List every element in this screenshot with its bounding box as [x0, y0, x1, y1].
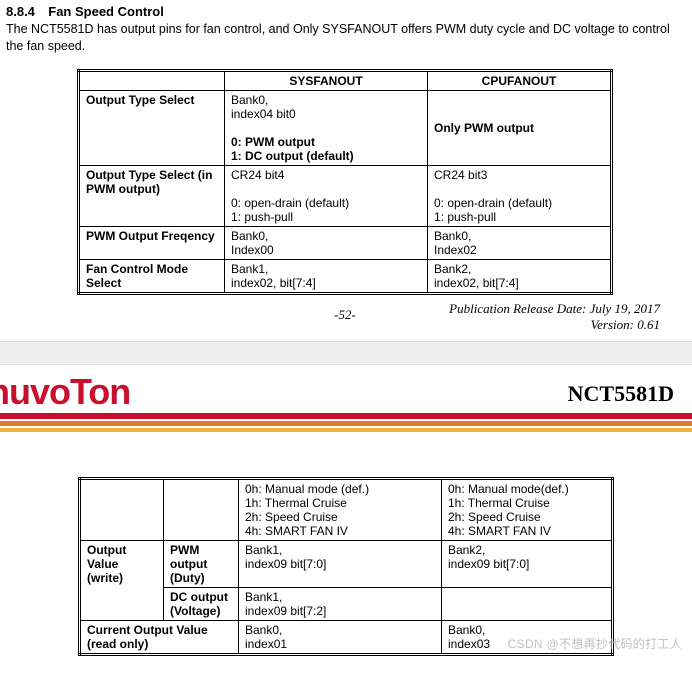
- cell-line: 2h: Speed Cruise: [245, 510, 338, 524]
- table-row: PWM Output Freqency Bank0, Index00 Bank0…: [79, 226, 612, 259]
- cell: Bank0, index04 bit0 0: PWM output 1: DC …: [225, 90, 428, 165]
- cell-line: 2h: Speed Cruise: [448, 510, 541, 524]
- cell-empty: [442, 587, 613, 620]
- cell: Bank2, index02, bit[7:4]: [428, 259, 612, 293]
- cell-line: Bank1,: [231, 262, 268, 276]
- stripe-red: [0, 413, 692, 419]
- cell-line: 0h: Manual mode (def.): [245, 482, 369, 496]
- cell: Bank0, index01: [239, 620, 442, 654]
- cell: Bank2, index09 bit[7:0]: [442, 540, 613, 587]
- cell-line: Bank0,: [434, 229, 471, 243]
- section-heading: 8.8.4 Fan Speed Control: [6, 4, 684, 19]
- chip-name: NCT5581D: [568, 381, 674, 407]
- cell-line: Bank0,: [231, 229, 268, 243]
- pub-version: Version: 0.61: [449, 317, 660, 333]
- cell-line: Bank0,: [231, 93, 268, 107]
- cell-line: 1h: Thermal Cruise: [448, 496, 550, 510]
- cell-line: index02, bit[7:4]: [231, 276, 316, 290]
- stripe-yellow: [0, 428, 692, 432]
- cell-line: Bank0,: [448, 623, 485, 637]
- cell: Bank1, index09 bit[7:0]: [239, 540, 442, 587]
- pub-date: Publication Release Date: July 19, 2017: [449, 301, 660, 317]
- cell: 0h: Manual mode (def.) 1h: Thermal Cruis…: [239, 478, 442, 540]
- cell-line: index03: [448, 637, 490, 651]
- row-sublabel: DC output (Voltage): [164, 587, 239, 620]
- cell-line: 1: push-pull: [434, 210, 496, 224]
- cell-line: Bank1,: [245, 590, 282, 604]
- cell-line: index02, bit[7:4]: [434, 276, 519, 290]
- cell-empty: [164, 478, 239, 540]
- row-label: Output Type Select (in PWM output): [79, 165, 225, 226]
- table-header-row: SYSFANOUT CPUFANOUT: [79, 70, 612, 90]
- cell-line: Bank0,: [245, 623, 282, 637]
- cell-line: Only PWM output: [434, 121, 534, 135]
- table-row: 0h: Manual mode (def.) 1h: Thermal Cruis…: [80, 478, 613, 540]
- col-cpufanout: CPUFANOUT: [428, 70, 612, 90]
- cell-line: index09 bit[7:2]: [245, 604, 326, 618]
- col-empty: [79, 70, 225, 90]
- cell-line: CR24 bit4: [231, 168, 284, 182]
- cell-line: 0: PWM output: [231, 135, 315, 149]
- table-row: Fan Control Mode Select Bank1, index02, …: [79, 259, 612, 293]
- cell-empty: [80, 478, 164, 540]
- cell-line: 4h: SMART FAN IV: [245, 524, 348, 538]
- cell-line: 0h: Manual mode(def.): [448, 482, 569, 496]
- logo-text: nuvoTon: [0, 371, 130, 412]
- publication-info: Publication Release Date: July 19, 2017 …: [449, 301, 660, 334]
- cell: Only PWM output: [428, 90, 612, 165]
- cell: Bank1, index09 bit[7:2]: [239, 587, 442, 620]
- row-label: Current Output Value (read only): [80, 620, 239, 654]
- cell-line: index01: [245, 637, 287, 651]
- cell-line: index09 bit[7:0]: [245, 557, 326, 571]
- cell-line: 4h: SMART FAN IV: [448, 524, 551, 538]
- cell-line: index04 bit0: [231, 107, 296, 121]
- col-sysfanout: SYSFANOUT: [225, 70, 428, 90]
- row-label: Output Value (write): [80, 540, 164, 620]
- fan-table-1: SYSFANOUT CPUFANOUT Output Type Select B…: [77, 69, 613, 295]
- header-stripes: [0, 413, 692, 432]
- cell: CR24 bit4 0: open-drain (default) 1: pus…: [225, 165, 428, 226]
- cell-line: CR24 bit3: [434, 168, 487, 182]
- page-footer: -52- Publication Release Date: July 19, …: [6, 301, 684, 333]
- cell: Bank1, index02, bit[7:4]: [225, 259, 428, 293]
- section-body: The NCT5581D has output pins for fan con…: [6, 21, 684, 55]
- cell: 0h: Manual mode(def.) 1h: Thermal Cruise…: [442, 478, 613, 540]
- row-label: Output Type Select: [79, 90, 225, 165]
- cell-line: 1: DC output (default): [231, 149, 354, 163]
- cell-line: Bank2,: [434, 262, 471, 276]
- nuvoton-logo: nuvoTon: [0, 371, 130, 413]
- cell: Bank0, Index02: [428, 226, 612, 259]
- cell-line: Bank1,: [245, 543, 282, 557]
- cell-line: index09 bit[7:0]: [448, 557, 529, 571]
- cell-line: 0: open-drain (default): [231, 196, 349, 210]
- watermark: CSDN @不想再抄代码的打工人: [508, 635, 682, 652]
- row-label: Fan Control Mode Select: [79, 259, 225, 293]
- row-sublabel: PWM output (Duty): [164, 540, 239, 587]
- page-header: nuvoTon NCT5581D: [0, 365, 692, 437]
- table-row: Output Type Select Bank0, index04 bit0 0…: [79, 90, 612, 165]
- table-row: Output Value (write) PWM output (Duty) B…: [80, 540, 613, 587]
- row-label: PWM Output Freqency: [79, 226, 225, 259]
- cell: CR24 bit3 0: open-drain (default) 1: pus…: [428, 165, 612, 226]
- stripe-orange: [0, 421, 692, 426]
- page-break: [0, 341, 692, 365]
- cell-line: 1h: Thermal Cruise: [245, 496, 347, 510]
- cell-line: Index00: [231, 243, 274, 257]
- section-number: 8.8.4: [6, 4, 35, 19]
- fan-table-2: 0h: Manual mode (def.) 1h: Thermal Cruis…: [78, 477, 614, 656]
- cell-line: 1: push-pull: [231, 210, 293, 224]
- cell: Bank0, Index00: [225, 226, 428, 259]
- cell-line: 0: open-drain (default): [434, 196, 552, 210]
- table-row: Output Type Select (in PWM output) CR24 …: [79, 165, 612, 226]
- section-title: Fan Speed Control: [48, 4, 164, 19]
- cell-line: Bank2,: [448, 543, 485, 557]
- cell-line: Index02: [434, 243, 477, 257]
